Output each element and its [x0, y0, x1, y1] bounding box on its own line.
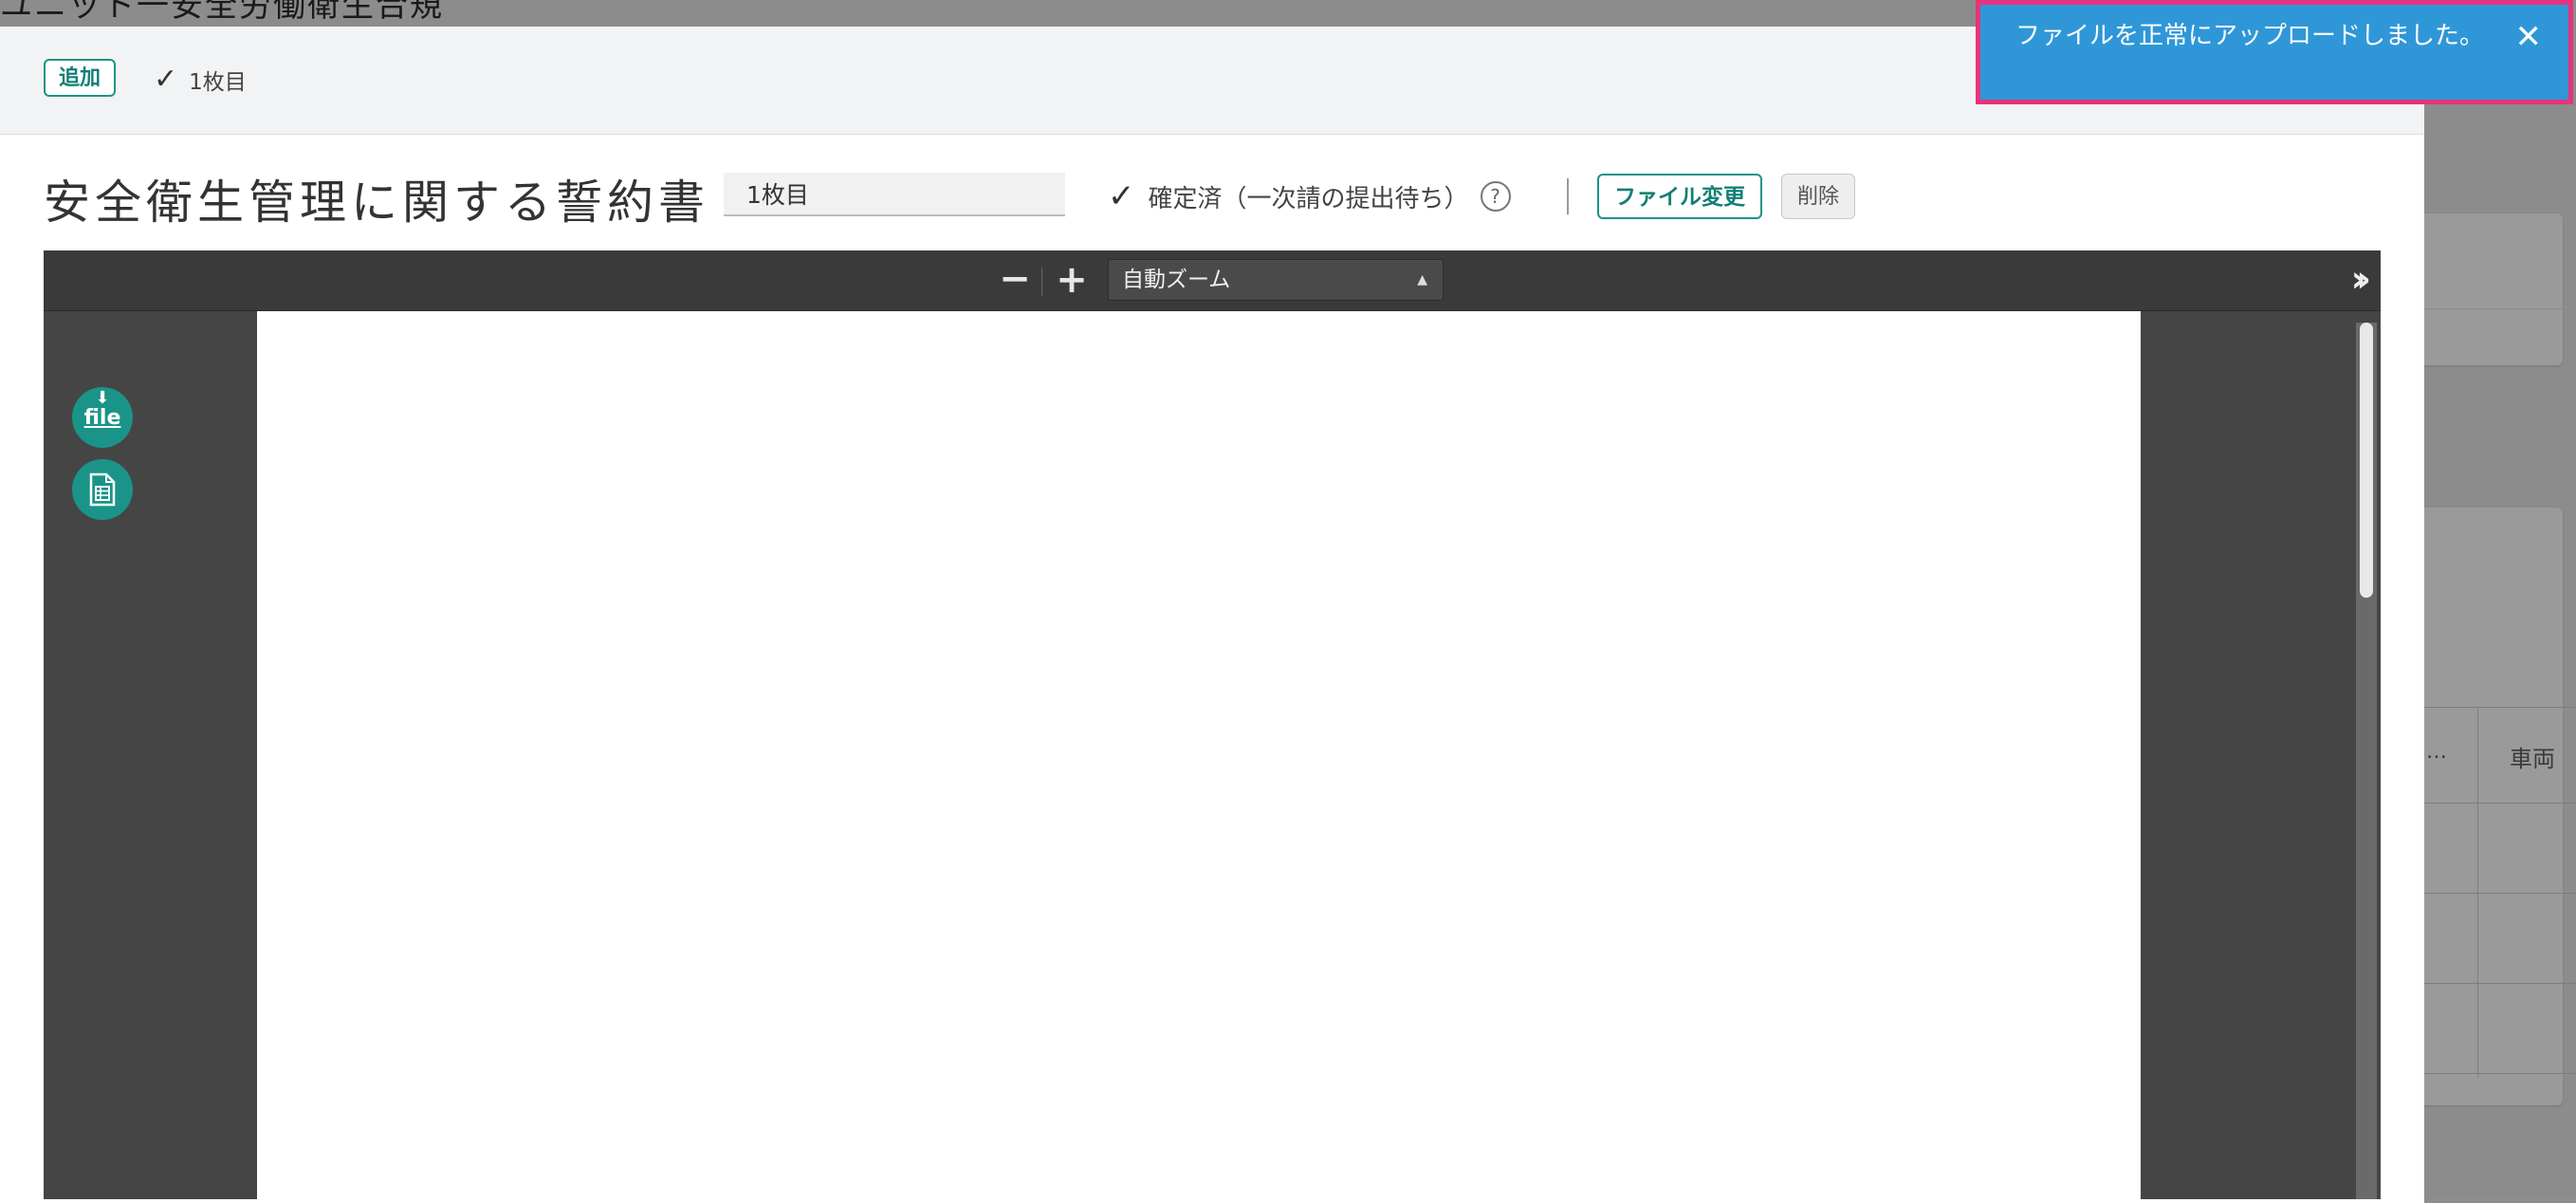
page-tab[interactable]: ✓ 1枚目: [154, 63, 247, 96]
scrollbar-thumb[interactable]: [2360, 323, 2373, 598]
background-card: [2409, 213, 2563, 365]
page-name-input[interactable]: [724, 173, 1065, 216]
toolbar-separator: [1041, 268, 1042, 296]
document-list-button[interactable]: [72, 459, 133, 520]
status-area: ✓ 確定済（一次請の提出待ち） ?: [1108, 175, 1511, 218]
success-toast: ファイルを正常にアップロードしました。 ✕: [1976, 0, 2573, 104]
check-icon: ✓: [154, 63, 178, 96]
pdf-toolbar: − + 自動ズーム ▲ ››: [44, 250, 2381, 311]
document-title: 安全衛生管理に関する誓約書: [44, 176, 710, 230]
double-chevron-right-icon[interactable]: ››: [2351, 258, 2372, 300]
zoom-out-button[interactable]: −: [996, 260, 1034, 302]
background-table-header: …: [2426, 740, 2447, 764]
pdf-page: [257, 311, 2141, 1199]
close-icon[interactable]: ✕: [2515, 18, 2543, 56]
pdf-sidebar: ⬇ file: [44, 311, 258, 1199]
select-arrows-icon: ▲: [1417, 272, 1427, 287]
document-list-icon: [89, 472, 116, 507]
download-file-label: file: [83, 406, 121, 430]
background-table-header: 車両: [2510, 746, 2555, 772]
download-file-button[interactable]: ⬇ file: [72, 387, 133, 448]
download-arrow-icon: ⬇: [95, 388, 110, 408]
check-icon: ✓: [1108, 177, 1135, 215]
zoom-select-value: 自動ズーム: [1122, 268, 1231, 292]
zoom-select[interactable]: 自動ズーム ▲: [1108, 259, 1444, 301]
question-circle-icon[interactable]: ?: [1480, 181, 1511, 212]
add-button[interactable]: 追加: [44, 59, 117, 97]
delete-button[interactable]: 削除: [1781, 174, 1856, 219]
divider: [1567, 178, 1569, 214]
pdf-viewer: − + 自動ズーム ▲ ›› ⬇ file: [44, 250, 2381, 1199]
background-page-title: ユニット一安全労働衛生合規: [0, 0, 444, 25]
page-tab-label: 1枚目: [189, 69, 247, 95]
toast-message: ファイルを正常にアップロードしました。: [2015, 22, 2485, 50]
zoom-in-button[interactable]: +: [1053, 260, 1091, 302]
file-change-button[interactable]: ファイル変更: [1597, 174, 1762, 219]
status-text: 確定済（一次請の提出待ち）: [1148, 184, 1469, 213]
